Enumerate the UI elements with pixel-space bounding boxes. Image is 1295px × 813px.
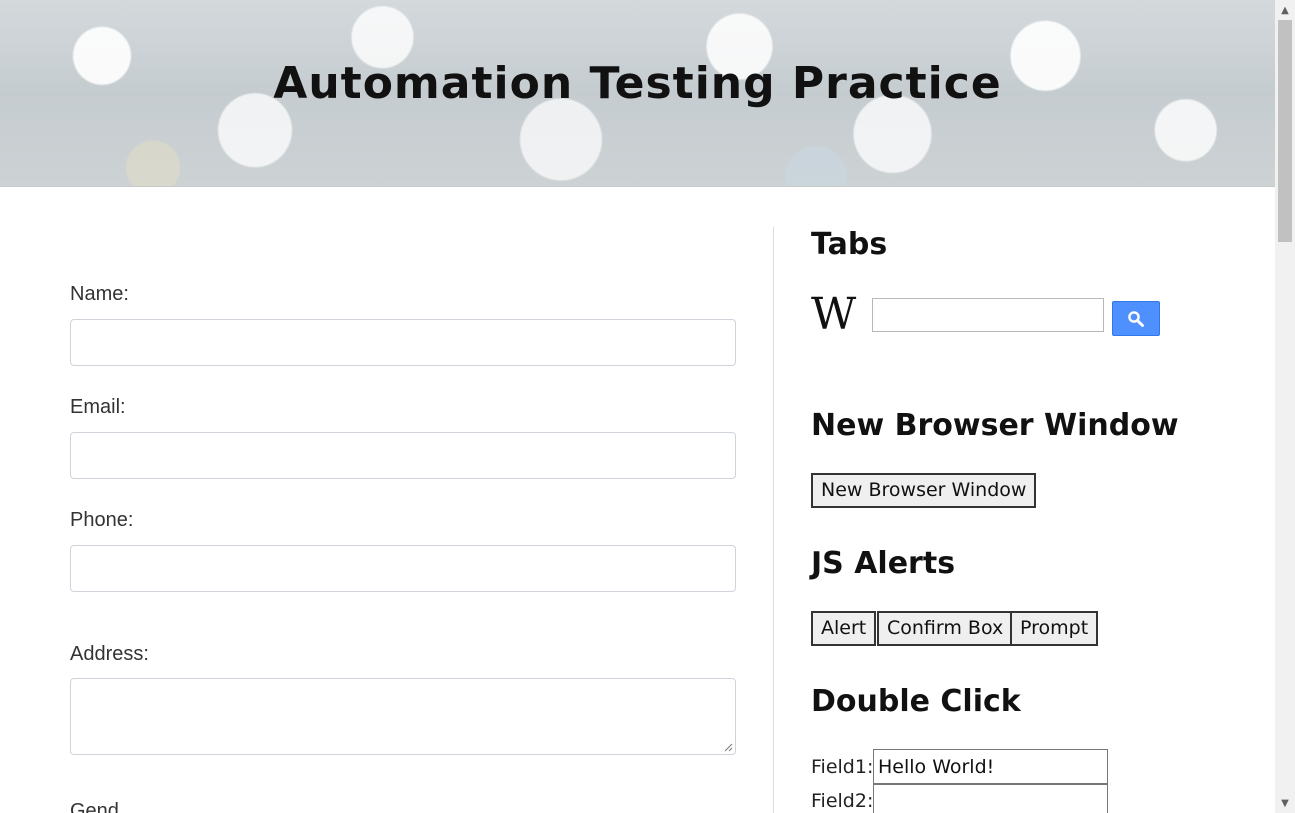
new-browser-window-button[interactable]: New Browser Window [811, 473, 1037, 508]
page-viewport: Automation Testing Practice Name: Email:… [0, 0, 1275, 813]
header-banner: Automation Testing Practice [0, 0, 1275, 187]
search-icon [1128, 310, 1144, 327]
resize-grip-icon[interactable] [723, 742, 733, 752]
new-window-heading: New Browser Window [811, 408, 1179, 443]
field2-input[interactable] [873, 784, 1108, 813]
wikipedia-logo-icon: W [811, 289, 857, 340]
gender-label: Gend [70, 800, 119, 813]
scrollbar-thumb[interactable] [1278, 20, 1292, 242]
page-title: Automation Testing Practice [273, 58, 1002, 109]
address-textarea[interactable] [70, 678, 736, 755]
scroll-down-arrow-icon[interactable]: ▼ [1275, 793, 1295, 813]
js-alerts-heading: JS Alerts [811, 546, 956, 581]
double-click-heading: Double Click [811, 684, 1021, 719]
tabs-heading: Tabs [811, 227, 888, 262]
field1-input[interactable] [873, 749, 1108, 784]
email-input[interactable] [70, 432, 736, 479]
scroll-up-arrow-icon[interactable]: ▲ [1275, 0, 1295, 20]
column-divider [773, 227, 774, 813]
wikipedia-search-input[interactable] [872, 298, 1104, 332]
name-label: Name: [70, 283, 129, 305]
phone-input[interactable] [70, 545, 736, 592]
address-label: Address: [70, 643, 149, 665]
confirm-box-button[interactable]: Confirm Box [877, 611, 1014, 646]
field2-label: Field2: [811, 790, 874, 812]
email-label: Email: [70, 396, 126, 418]
field1-label: Field1: [811, 756, 874, 778]
name-input[interactable] [70, 319, 736, 366]
prompt-button[interactable]: Prompt [1010, 611, 1099, 646]
vertical-scrollbar[interactable]: ▲ ▼ [1275, 0, 1295, 813]
wikipedia-search-button[interactable] [1112, 301, 1160, 336]
alert-button[interactable]: Alert [811, 611, 877, 646]
phone-label: Phone: [70, 509, 134, 531]
